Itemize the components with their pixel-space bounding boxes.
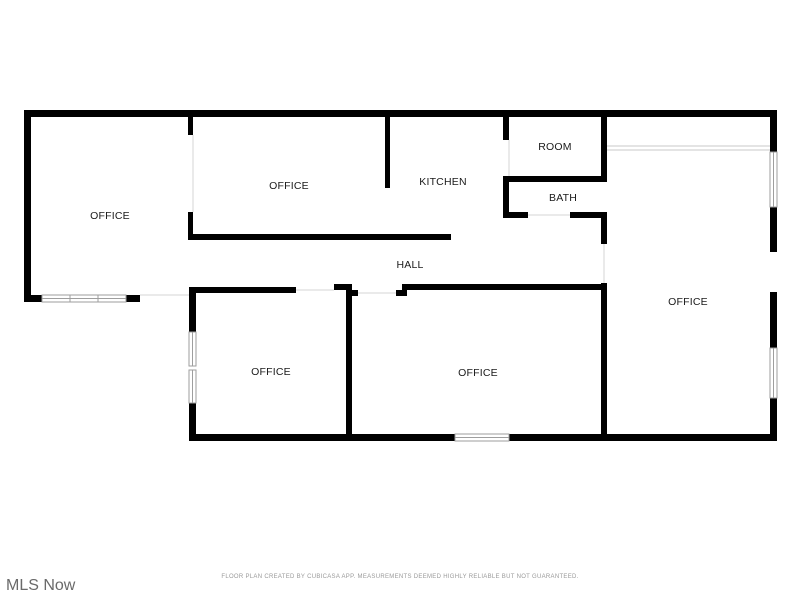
- label-bath: BATH: [549, 192, 577, 204]
- wall-sw-left-bottom: [189, 403, 196, 441]
- room-labels: OFFICE OFFICE KITCHEN ROOM BATH HALL OFF…: [90, 141, 708, 379]
- wall-bath-bottom-left: [503, 212, 528, 218]
- thin-lines: [140, 135, 605, 296]
- wall-east-office-left-mid: [601, 212, 607, 244]
- wall-south-office-jamb-2: [346, 290, 358, 296]
- wall-east-office-left-low: [601, 283, 607, 441]
- wall-east-office-left-top: [601, 110, 607, 178]
- wall-right-mid: [770, 207, 777, 252]
- floor-plan: OFFICE OFFICE KITCHEN ROOM BATH HALL OFF…: [24, 110, 778, 442]
- disclaimer-text: FLOOR PLAN CREATED BY CUBICASA APP. MEAS…: [221, 574, 579, 580]
- wall-right-bottom: [770, 398, 777, 440]
- label-room: ROOM: [538, 141, 571, 153]
- wall-room-left: [503, 110, 509, 140]
- label-office-north: OFFICE: [269, 180, 309, 192]
- wall-north-office-bottom: [188, 234, 451, 240]
- wall-room-bath: [503, 176, 607, 182]
- windows: [41, 145, 778, 442]
- wall-south-office-top-right: [402, 284, 607, 290]
- wall-south-office-jamb: [396, 290, 407, 296]
- mls-now-watermark: MLS Now: [6, 577, 76, 594]
- wall-south-office-left-jamb: [334, 284, 348, 290]
- wall-left-bottom-2: [126, 295, 140, 302]
- wall-right-top: [770, 110, 777, 152]
- wall-top: [24, 110, 777, 117]
- wall-sw-top: [189, 287, 296, 293]
- walls: [24, 110, 777, 441]
- label-office-south: OFFICE: [458, 367, 498, 379]
- wall-bottom-right: [509, 434, 777, 441]
- label-kitchen: KITCHEN: [419, 176, 467, 188]
- wall-kitchen-stub: [385, 110, 390, 188]
- label-office-east: OFFICE: [668, 296, 708, 308]
- wall-left: [24, 110, 31, 302]
- label-office-southwest: OFFICE: [251, 366, 291, 378]
- wall-right-low: [770, 292, 777, 348]
- wall-sw-left-top: [189, 287, 196, 332]
- label-office-west: OFFICE: [90, 210, 130, 222]
- wall-bottom-left: [189, 434, 455, 441]
- wall-west-office-stub-top: [188, 110, 193, 135]
- wall-south-office-left: [346, 284, 352, 441]
- label-hall: HALL: [396, 259, 423, 271]
- wall-left-bottom: [24, 295, 42, 302]
